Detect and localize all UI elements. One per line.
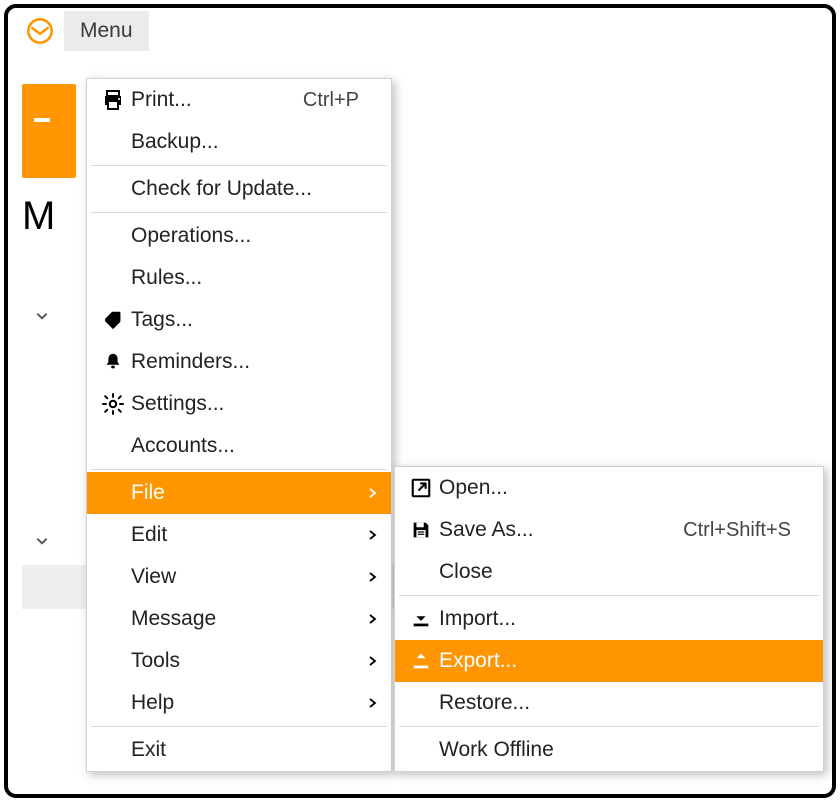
- menu-item-shortcut: Ctrl+Shift+S: [683, 519, 791, 542]
- file-submenu: Open... Save As... Ctrl+Shift+S Close: [394, 466, 824, 772]
- submenu-arrow-icon: [359, 655, 379, 667]
- menu-separator: [399, 595, 819, 596]
- menu-item-label: Help: [131, 691, 359, 715]
- menu-item-label: Close: [439, 560, 791, 584]
- menu-separator: [91, 469, 387, 470]
- menu-item-label: Exit: [131, 738, 359, 762]
- menu-item-label: Import...: [439, 607, 791, 631]
- menu-separator: [91, 212, 387, 213]
- submenu-arrow-icon: [359, 697, 379, 709]
- menu-item-label: Reminders...: [131, 350, 359, 374]
- menu-item-label: Tags...: [131, 308, 359, 332]
- menu-item-tags[interactable]: Tags...: [87, 299, 391, 341]
- menu-item-help[interactable]: Help: [87, 682, 391, 724]
- submenu-item-restore[interactable]: Restore...: [395, 682, 823, 724]
- menu-separator: [399, 726, 819, 727]
- menu-item-label: Export...: [439, 649, 791, 673]
- menu-item-label: Open...: [439, 476, 791, 500]
- menu-item-backup[interactable]: Backup...: [87, 121, 391, 163]
- menu-item-label: Settings...: [131, 392, 359, 416]
- import-icon: [403, 608, 439, 630]
- menu-separator: [91, 726, 387, 727]
- submenu-arrow-icon: [359, 529, 379, 541]
- menu-item-label: Work Offline: [439, 738, 791, 762]
- menu-item-accounts[interactable]: Accounts...: [87, 425, 391, 467]
- tag-icon: [95, 309, 131, 331]
- menu-item-print[interactable]: Print... Ctrl+P: [87, 79, 391, 121]
- menu-item-label: File: [131, 481, 359, 505]
- save-icon: [403, 519, 439, 541]
- menu-item-rules[interactable]: Rules...: [87, 257, 391, 299]
- submenu-item-import[interactable]: Import...: [395, 598, 823, 640]
- menu-item-label: View: [131, 565, 359, 589]
- menu-item-label: Accounts...: [131, 434, 359, 458]
- open-icon: [403, 477, 439, 499]
- app-icon: [26, 17, 54, 45]
- menu-item-label: Tools: [131, 649, 359, 673]
- menu-item-label: Save As...: [439, 518, 675, 542]
- menu-item-operations[interactable]: Operations...: [87, 215, 391, 257]
- menu-item-edit[interactable]: Edit: [87, 514, 391, 556]
- bell-icon: [95, 351, 131, 373]
- menu-item-label: Rules...: [131, 266, 359, 290]
- menu-item-label: Backup...: [131, 130, 359, 154]
- export-icon: [403, 650, 439, 672]
- menu-separator: [91, 165, 387, 166]
- menu-item-file[interactable]: File: [87, 472, 391, 514]
- menu-item-shortcut: Ctrl+P: [303, 89, 359, 112]
- main-menu: Print... Ctrl+P Backup... Check for Upda…: [86, 78, 392, 772]
- menu-item-tools[interactable]: Tools: [87, 640, 391, 682]
- menu-item-label: Operations...: [131, 224, 359, 248]
- menu-item-label: Print...: [131, 88, 295, 112]
- new-message-button[interactable]: [22, 84, 76, 178]
- menu-item-label: Edit: [131, 523, 359, 547]
- gear-icon: [95, 392, 131, 416]
- page-title: M: [22, 194, 55, 239]
- menu-item-check-update[interactable]: Check for Update...: [87, 168, 391, 210]
- submenu-item-open[interactable]: Open...: [395, 467, 823, 509]
- tree-expander-1[interactable]: [34, 308, 50, 324]
- submenu-arrow-icon: [359, 613, 379, 625]
- menu-item-exit[interactable]: Exit: [87, 729, 391, 771]
- print-icon: [95, 88, 131, 112]
- submenu-item-work-offline[interactable]: Work Offline: [395, 729, 823, 771]
- menu-item-view[interactable]: View: [87, 556, 391, 598]
- menu-item-message[interactable]: Message: [87, 598, 391, 640]
- submenu-item-export[interactable]: Export...: [395, 640, 823, 682]
- menu-item-settings[interactable]: Settings...: [87, 383, 391, 425]
- submenu-item-close[interactable]: Close: [395, 551, 823, 593]
- submenu-item-save-as[interactable]: Save As... Ctrl+Shift+S: [395, 509, 823, 551]
- menu-button[interactable]: Menu: [64, 11, 149, 51]
- menu-item-label: Restore...: [439, 691, 791, 715]
- submenu-arrow-icon: [359, 487, 379, 499]
- menu-item-label: Check for Update...: [131, 177, 359, 201]
- menu-item-reminders[interactable]: Reminders...: [87, 341, 391, 383]
- submenu-arrow-icon: [359, 571, 379, 583]
- menu-item-label: Message: [131, 607, 359, 631]
- tree-expander-2[interactable]: [34, 533, 50, 549]
